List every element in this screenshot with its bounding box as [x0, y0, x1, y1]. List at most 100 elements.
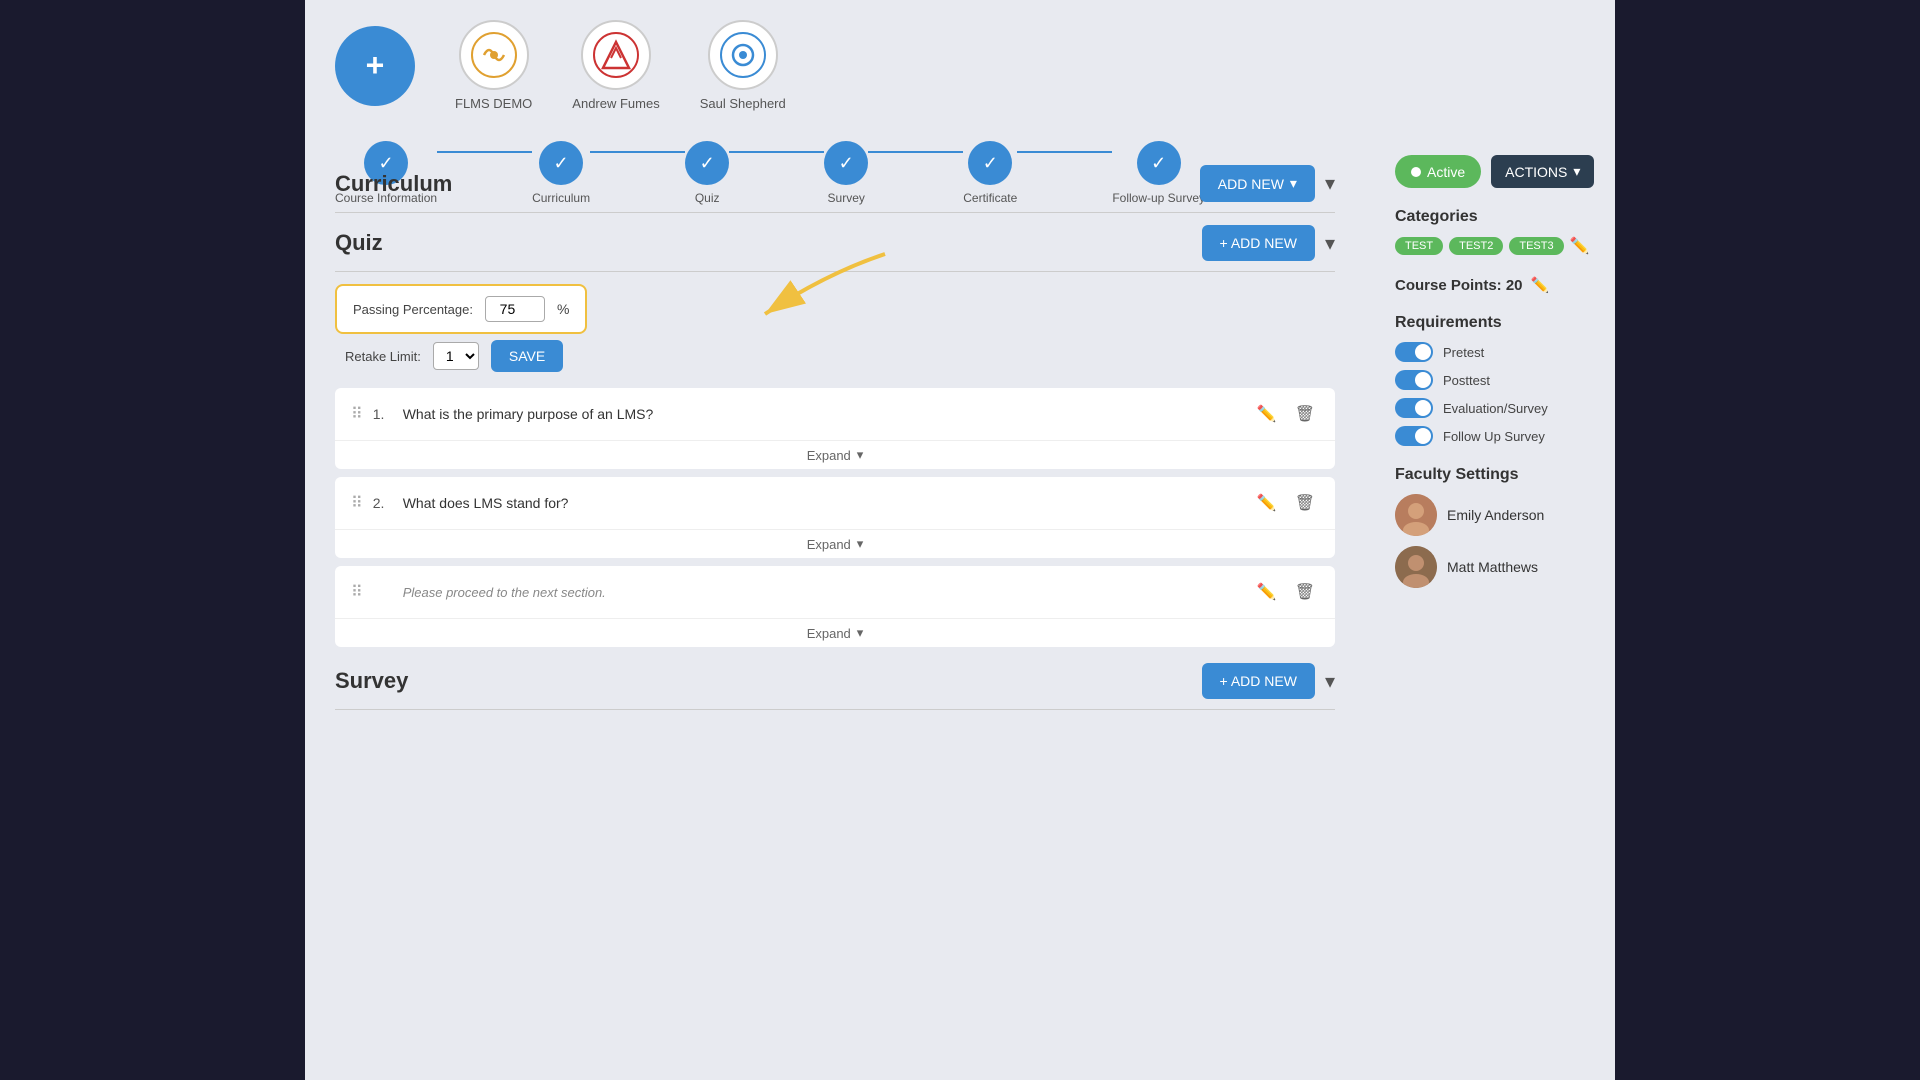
- question-3-row: ⠿ Please proceed to the next section. ✏️…: [335, 566, 1335, 618]
- posttest-toggle[interactable]: [1395, 370, 1433, 390]
- survey-collapse-button[interactable]: ▾: [1325, 669, 1335, 694]
- req-pretest: Pretest: [1395, 342, 1595, 362]
- tag-test3[interactable]: TEST3: [1509, 237, 1563, 255]
- drag-handle-1[interactable]: ⠿: [351, 404, 363, 424]
- active-status-badge[interactable]: Active: [1395, 155, 1481, 188]
- actions-label: ACTIONS: [1505, 164, 1567, 180]
- user-saul: Saul Shepherd: [700, 20, 786, 111]
- question-1-expand-label: Expand: [807, 448, 851, 463]
- question-1-edit-button[interactable]: ✏️: [1253, 402, 1281, 426]
- passing-percentage-label: Passing Percentage:: [353, 302, 473, 317]
- quiz-collapse-button[interactable]: ▾: [1325, 231, 1335, 256]
- survey-add-button[interactable]: + ADD NEW: [1202, 663, 1315, 699]
- pretest-label: Pretest: [1443, 345, 1484, 360]
- tag-test1[interactable]: TEST: [1395, 237, 1443, 255]
- faculty-matt: Matt Matthews: [1395, 546, 1595, 588]
- user-flms: FLMS DEMO: [455, 20, 532, 111]
- evaluation-toggle[interactable]: [1395, 398, 1433, 418]
- pretest-toggle[interactable]: [1395, 342, 1433, 362]
- curriculum-add-button[interactable]: ADD NEW ▾: [1200, 165, 1315, 202]
- followup-label: Follow Up Survey: [1443, 429, 1545, 444]
- faculty-title: Faculty Settings: [1395, 466, 1595, 484]
- percent-sign: %: [557, 301, 569, 317]
- survey-add-label: + ADD NEW: [1220, 673, 1297, 689]
- retake-limit-label: Retake Limit:: [345, 349, 421, 364]
- question-1-delete-button[interactable]: 🗑: [1291, 402, 1319, 426]
- course-points-label: Course Points: 20: [1395, 277, 1523, 294]
- add-user-button[interactable]: +: [335, 26, 415, 106]
- top-user-bar: + FLMS DEMO Andrew Fumes Saul Shepherd: [305, 0, 1615, 131]
- main-content: Curriculum ADD NEW ▾ ▾ Quiz + ADD NEW ▾: [305, 155, 1365, 732]
- andrew-label: Andrew Fumes: [572, 96, 659, 111]
- emily-name: Emily Anderson: [1447, 507, 1544, 523]
- question-2-text: What does LMS stand for?: [403, 495, 1243, 511]
- question-3-expand[interactable]: Expand ▾: [335, 618, 1335, 647]
- question-1: ⠿ 1. What is the primary purpose of an L…: [335, 388, 1335, 469]
- passing-percentage-input[interactable]: [485, 296, 545, 322]
- question-2-expand[interactable]: Expand ▾: [335, 529, 1335, 558]
- question-2: ⠿ 2. What does LMS stand for? ✏️ 🗑 Expan…: [335, 477, 1335, 558]
- curriculum-add-label: ADD NEW: [1218, 176, 1284, 192]
- question-3-delete-button[interactable]: 🗑: [1291, 580, 1319, 604]
- saul-avatar[interactable]: [708, 20, 778, 90]
- actions-chevron: ▾: [1573, 163, 1580, 180]
- andrew-avatar[interactable]: [581, 20, 651, 90]
- quiz-header-right: + ADD NEW ▾: [1202, 225, 1335, 261]
- req-followup: Follow Up Survey: [1395, 426, 1595, 446]
- question-2-expand-label: Expand: [807, 537, 851, 552]
- curriculum-add-chevron: ▾: [1290, 175, 1297, 192]
- add-user-section: +: [335, 26, 415, 106]
- flms-avatar[interactable]: [459, 20, 529, 90]
- edit-categories-icon[interactable]: ✏️: [1570, 236, 1590, 256]
- requirements-title: Requirements: [1395, 314, 1595, 332]
- curriculum-divider: [335, 212, 1335, 213]
- drag-handle-3[interactable]: ⠿: [351, 582, 363, 602]
- quiz-add-button[interactable]: + ADD NEW: [1202, 225, 1315, 261]
- survey-header: Survey + ADD NEW ▾: [335, 663, 1335, 699]
- question-1-text: What is the primary purpose of an LMS?: [403, 406, 1243, 422]
- saul-label: Saul Shepherd: [700, 96, 786, 111]
- edit-points-icon[interactable]: ✏️: [1531, 276, 1550, 294]
- req-posttest: Posttest: [1395, 370, 1595, 390]
- quiz-divider: [335, 271, 1335, 272]
- question-2-row: ⠿ 2. What does LMS stand for? ✏️ 🗑: [335, 477, 1335, 529]
- followup-toggle[interactable]: [1395, 426, 1433, 446]
- curriculum-collapse-button[interactable]: ▾: [1325, 171, 1335, 196]
- question-3-text: Please proceed to the next section.: [403, 585, 1243, 600]
- categories-section: Categories TEST TEST2 TEST3 ✏️: [1395, 208, 1595, 256]
- right-panel: Active ACTIONS ▾ Categories TEST TEST2 T…: [1375, 155, 1615, 598]
- expand-chevron-2: ▾: [857, 536, 864, 552]
- matt-name: Matt Matthews: [1447, 559, 1538, 575]
- curriculum-header: Curriculum ADD NEW ▾ ▾: [335, 165, 1335, 202]
- actions-button[interactable]: ACTIONS ▾: [1491, 155, 1594, 188]
- evaluation-label: Evaluation/Survey: [1443, 401, 1548, 416]
- quiz-title: Quiz: [335, 230, 383, 256]
- quiz-header: Quiz + ADD NEW ▾: [335, 225, 1335, 261]
- question-2-num: 2.: [373, 495, 393, 511]
- expand-chevron-3: ▾: [857, 625, 864, 641]
- posttest-label: Posttest: [1443, 373, 1490, 388]
- survey-header-right: + ADD NEW ▾: [1202, 663, 1335, 699]
- faculty-section: Faculty Settings Emily Anderson Matt Mat…: [1395, 466, 1595, 588]
- survey-title: Survey: [335, 668, 408, 694]
- survey-divider: [335, 709, 1335, 710]
- question-1-num: 1.: [373, 406, 393, 422]
- question-2-edit-button[interactable]: ✏️: [1253, 491, 1281, 515]
- retake-limit-select[interactable]: 1 2 3: [433, 342, 479, 370]
- curriculum-title: Curriculum: [335, 171, 452, 197]
- active-dot: [1411, 167, 1421, 177]
- active-label: Active: [1427, 164, 1465, 180]
- save-button[interactable]: SAVE: [491, 340, 563, 372]
- status-actions-row: Active ACTIONS ▾: [1395, 155, 1595, 188]
- faculty-emily: Emily Anderson: [1395, 494, 1595, 536]
- question-3: ⠿ Please proceed to the next section. ✏️…: [335, 566, 1335, 647]
- quiz-add-label: + ADD NEW: [1220, 235, 1297, 251]
- drag-handle-2[interactable]: ⠿: [351, 493, 363, 513]
- curriculum-header-right: ADD NEW ▾ ▾: [1200, 165, 1335, 202]
- question-1-expand[interactable]: Expand ▾: [335, 440, 1335, 469]
- question-3-edit-button[interactable]: ✏️: [1253, 580, 1281, 604]
- question-2-delete-button[interactable]: 🗑: [1291, 491, 1319, 515]
- expand-chevron-1: ▾: [857, 447, 864, 463]
- tag-test2[interactable]: TEST2: [1449, 237, 1503, 255]
- question-1-row: ⠿ 1. What is the primary purpose of an L…: [335, 388, 1335, 440]
